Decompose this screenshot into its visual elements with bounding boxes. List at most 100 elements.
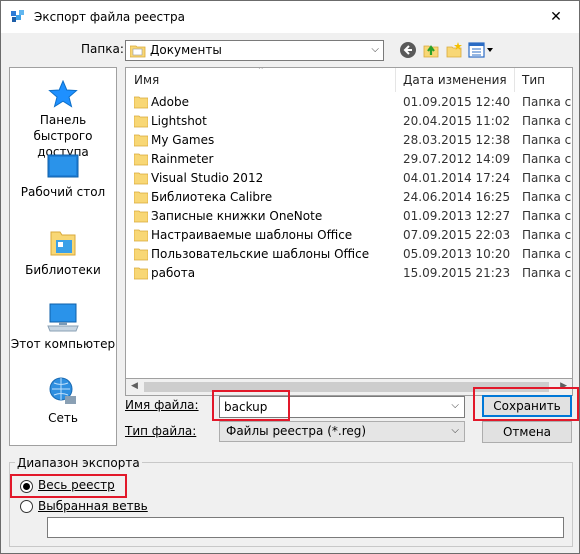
file-type: Папка с ф — [522, 266, 572, 280]
list-item[interactable]: Пользовательские шаблоны Office 05.09.20… — [126, 245, 572, 264]
file-type: Папка с ф — [522, 133, 572, 147]
list-item[interactable]: Записные книжки OneNote 01.09.2013 12:27… — [126, 207, 572, 226]
view-menu-icon[interactable] — [468, 41, 494, 59]
save-button[interactable]: Сохранить — [482, 395, 572, 417]
file-name: My Games — [151, 133, 215, 147]
place-network[interactable]: Сеть — [10, 376, 116, 426]
file-name: Записные книжки OneNote — [151, 209, 323, 223]
folder-icon — [134, 229, 148, 242]
file-name: Adobe — [151, 95, 189, 109]
folder-icon — [134, 153, 148, 166]
place-label: Панель быстрого доступа — [33, 113, 93, 159]
place-this-pc[interactable]: Этот компьютер — [10, 302, 116, 352]
selected-branch-input[interactable] — [47, 517, 564, 538]
place-quick-access[interactable]: Панель быстрого доступа — [10, 80, 116, 160]
export-registry-dialog: Экспорт файла реестра ✕ Папка: Документы… — [0, 0, 580, 554]
scrollbar-thumb[interactable] — [144, 382, 549, 392]
close-button[interactable]: ✕ — [533, 1, 579, 33]
folder-label: Папка: — [81, 42, 124, 56]
up-folder-icon[interactable] — [422, 41, 440, 59]
file-date: 01.09.2015 12:40 — [403, 95, 511, 109]
horizontal-scrollbar[interactable]: ◀ ▶ — [125, 379, 573, 396]
file-type: Папка с ф — [522, 190, 572, 204]
radio-all-registry-label[interactable]: Весь реестр — [38, 478, 115, 492]
column-header-date[interactable]: Дата изменения — [395, 68, 515, 92]
place-libraries[interactable]: Библиотеки — [10, 228, 116, 278]
list-item[interactable]: Lightshot 20.04.2015 11:02 Папка с ф — [126, 112, 572, 131]
file-type: Папка с ф — [522, 209, 572, 223]
radio-all-registry[interactable] — [20, 480, 33, 493]
list-item[interactable]: Adobe 01.09.2015 12:40 Папка с ф — [126, 93, 572, 112]
place-desktop[interactable]: Рабочий стол — [10, 154, 116, 200]
folder-current: Документы — [150, 43, 222, 57]
file-list[interactable]: ⌃ Имя Дата изменения Тип Adobe 01.09.201… — [125, 67, 573, 379]
window-title: Экспорт файла реестра — [34, 10, 186, 24]
radio-selected-branch-label[interactable]: Выбранная ветвь — [38, 499, 148, 513]
chevron-down-icon: ⌵ — [371, 44, 379, 55]
list-item[interactable]: работа 15.09.2015 21:23 Папка с ф — [126, 264, 572, 283]
file-date: 20.04.2015 11:02 — [403, 114, 511, 128]
cancel-button[interactable]: Отмена — [482, 421, 572, 443]
file-type: Папка с ф — [522, 152, 572, 166]
place-label: Библиотеки — [25, 263, 101, 277]
file-name: Пользовательские шаблоны Office — [151, 247, 370, 261]
column-header-type[interactable]: Тип — [514, 68, 572, 92]
folder-icon — [134, 172, 148, 185]
file-date: 15.09.2015 21:23 — [403, 266, 511, 280]
list-item[interactable]: Rainmeter 29.07.2012 14:09 Папка с ф — [126, 150, 572, 169]
file-date: 07.09.2015 22:03 — [403, 228, 511, 242]
export-range-title: Диапазон экспорта — [15, 456, 142, 470]
place-label: Рабочий стол — [20, 185, 106, 199]
column-header-name[interactable]: Имя — [126, 68, 396, 92]
filetype-dropdown[interactable]: Файлы реестра (*.reg) ⌵ — [219, 421, 465, 442]
file-date: 01.09.2013 12:27 — [403, 209, 511, 223]
folder-icon — [134, 267, 148, 280]
folder-icon — [134, 134, 148, 147]
places-bar: Панель быстрого доступа Рабочий стол Биб… — [9, 67, 117, 446]
filetype-label: Тип файла: — [125, 424, 197, 438]
file-type: Папка с ф — [522, 247, 572, 261]
file-type: Папка с ф — [522, 228, 572, 242]
save-button-label: Сохранить — [493, 399, 561, 413]
desktop-icon — [47, 154, 79, 178]
place-label: Этот компьютер — [10, 337, 116, 351]
list-item[interactable]: Visual Studio 2012 04.01.2014 17:24 Папк… — [126, 169, 572, 188]
folder-icon — [134, 210, 148, 223]
list-item[interactable]: My Games 28.03.2015 12:38 Папка с ф — [126, 131, 572, 150]
file-date: 29.07.2012 14:09 — [403, 152, 511, 166]
list-item[interactable]: Настраиваемые шаблоны Office 07.09.2015 … — [126, 226, 572, 245]
scroll-left-icon[interactable]: ◀ — [131, 381, 138, 391]
file-date: 28.03.2015 12:38 — [403, 133, 511, 147]
place-label: Сеть — [48, 411, 78, 425]
file-type: Папка с ф — [522, 95, 572, 109]
back-icon[interactable] — [399, 41, 417, 59]
chevron-down-icon: ⌵ — [451, 425, 459, 436]
file-name: Rainmeter — [151, 152, 214, 166]
filename-value: backup — [224, 400, 268, 414]
file-date: 24.06.2014 16:25 — [403, 190, 511, 204]
new-folder-icon[interactable] — [445, 41, 463, 59]
filename-input[interactable]: backup ⌵ — [219, 396, 465, 418]
close-icon: ✕ — [550, 9, 562, 25]
chevron-down-icon[interactable]: ⌵ — [451, 400, 459, 411]
file-date: 05.09.2013 10:20 — [403, 247, 511, 261]
cancel-button-label: Отмена — [502, 425, 552, 439]
file-type: Папка с ф — [522, 114, 572, 128]
folder-icon — [134, 96, 148, 109]
folder-dropdown[interactable]: Документы ⌵ — [125, 40, 384, 61]
folder-icon — [134, 115, 148, 128]
documents-folder-icon — [130, 45, 146, 58]
star-icon — [48, 80, 78, 108]
filename-label: Имя файла: — [125, 398, 199, 412]
title-bar: Экспорт файла реестра ✕ — [1, 1, 579, 33]
scroll-right-icon[interactable]: ▶ — [560, 381, 567, 391]
file-name: работа — [151, 266, 196, 280]
list-item[interactable]: Библиотека Calibre 24.06.2014 16:25 Папк… — [126, 188, 572, 207]
radio-selected-branch[interactable] — [20, 500, 33, 513]
folder-icon — [134, 191, 148, 204]
computer-icon — [47, 303, 79, 332]
file-type: Папка с ф — [522, 171, 572, 185]
regedit-app-icon — [11, 10, 24, 22]
file-date: 04.01.2014 17:24 — [403, 171, 511, 185]
file-name: Visual Studio 2012 — [151, 171, 264, 185]
